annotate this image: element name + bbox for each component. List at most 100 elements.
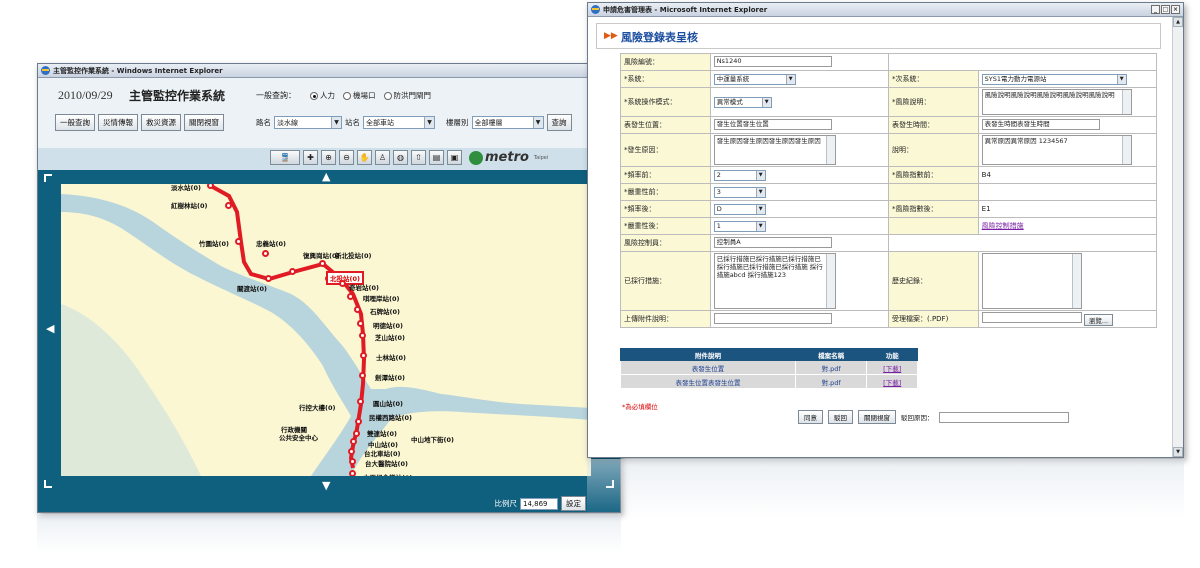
station-label[interactable]: 關渡站(0) [237,283,267,293]
station-select[interactable]: 全部車站 ▼ [363,116,435,129]
station-marker[interactable] [360,352,367,359]
station-label[interactable]: 淡水站(0) [171,184,201,192]
station-label[interactable]: 圓山站(0) [373,398,403,408]
station-marker[interactable] [235,238,242,245]
radio-airport[interactable]: 機場口 [343,90,376,101]
hand-icon[interactable]: ✋ [357,150,372,165]
reject-button[interactable]: 駁回 [828,410,853,424]
station-marker[interactable] [349,470,356,476]
upload-file-input[interactable] [981,312,1082,323]
risk-description-textarea[interactable]: 風險說明風險說明風險說明風險說明風險說明 [981,89,1132,115]
explanation-textarea[interactable]: 異常原因異常原因 1234567 [981,135,1132,165]
cause-textarea[interactable]: 發生原因發生原因發生原因發生原因 [713,135,836,165]
operation-mode-select[interactable]: 異常模式 ▼ [713,96,772,108]
station-marker[interactable] [339,280,346,287]
globe-icon[interactable]: ◍ [393,150,408,165]
minimize-button[interactable]: _ [1151,5,1160,14]
close-window-button[interactable]: 關閉視窗 [858,410,896,424]
station-marker[interactable] [289,268,296,275]
station-marker[interactable] [359,332,366,339]
radio-manpower[interactable]: 人力 [310,90,335,101]
station-label[interactable]: 明德站(0) [373,320,403,330]
scale-input[interactable]: 14,869 [520,497,558,510]
pan-icon[interactable]: ✚ [303,150,318,165]
scroll-down-icon[interactable]: ▼ [1173,447,1183,457]
station-label[interactable]: 新北投站(0) [335,250,371,260]
camera-icon[interactable]: ▣ [447,150,462,165]
station-marker[interactable] [348,448,355,455]
download-link[interactable]: [下載] [883,379,901,387]
station-marker[interactable] [349,458,356,465]
close-window-button[interactable]: 關閉視窗 [184,114,224,131]
severity-after-select[interactable]: 1 ▼ [713,220,766,232]
radio-dot[interactable] [310,91,318,100]
radio-floodgate[interactable]: 防洪門閘門 [383,90,431,101]
station-marker[interactable] [354,306,361,313]
station-label[interactable]: 唭哩岸站(0) [363,293,399,303]
download-link[interactable]: [下載] [883,365,901,373]
scroll-up-icon[interactable]: ▲ [1173,17,1183,27]
close-button[interactable]: × [1171,5,1180,14]
rescue-resources-button[interactable]: 救災資源 [141,114,181,131]
pan-up-icon[interactable]: ▲ [322,170,330,183]
station-label[interactable]: 奇岩站(0) [349,282,379,292]
history-textarea[interactable] [981,253,1082,309]
station-marker[interactable] [359,372,366,379]
station-marker[interactable] [357,320,364,327]
station-label[interactable]: 民權西路站(0) [369,412,412,422]
up-arrow-icon[interactable]: ⇧ [411,150,426,165]
risk-id-input[interactable]: Ns1240 [713,55,832,67]
attachment-desc-input[interactable] [713,312,832,324]
station-marker[interactable] [225,202,232,209]
station-label[interactable]: 台大醫院站(0) [365,458,408,468]
station-marker[interactable] [350,438,357,445]
route-select[interactable]: 淡水線 ▼ [274,116,342,129]
station-label[interactable]: 石牌站(0) [370,306,400,316]
controller-input[interactable]: 控制員A [713,236,832,248]
station-marker[interactable] [357,398,364,405]
location-input[interactable]: 發生位置發生位置 [713,118,832,130]
station-label[interactable]: 芝山站(0) [375,332,405,342]
station-label[interactable]: 忠義站(0) [256,238,286,248]
radio-dot[interactable] [383,91,392,100]
station-marker[interactable] [353,430,360,437]
vertical-scrollbar[interactable]: ▲ ▼ [1172,17,1183,457]
station-marker[interactable] [355,418,362,425]
pan-down-icon[interactable]: ▼ [322,479,330,492]
pan-left-icon[interactable]: ◀ [46,322,54,335]
floor-select[interactable]: 全部樓層 ▼ [471,116,544,129]
severity-before-select[interactable]: 3 ▼ [713,186,766,198]
browse-button[interactable]: 瀏覽... [1083,314,1114,326]
layer-icon[interactable]: ▤ [429,150,444,165]
station-label[interactable]: 士林站(0) [376,352,406,362]
station-label[interactable]: 復興崗站(0) [303,250,339,260]
occurrence-time-input[interactable]: 表發生時間表發生時間 [981,118,1100,130]
approve-button[interactable]: 同意 [798,410,823,424]
station-label[interactable]: 雙連站(0) [367,428,397,438]
zoom-out-icon[interactable]: ⊖ [339,150,354,165]
station-label[interactable]: 竹圍站(0) [199,238,229,248]
measures-textarea[interactable]: 已採行措施已採行措施已採行措施已採行措施已採行措施已採行措施 採行措施abcd … [713,253,836,309]
subsystem-select[interactable]: SYS1電力動力電源站 ▼ [981,73,1127,85]
radio-dot[interactable] [343,91,351,100]
maximize-button[interactable]: □ [1161,5,1170,14]
metro-map[interactable]: 淡水站(0) 紅樹林站(0) 竹圍站(0) 關渡站(0) 忠義站(0) 復興崗站(0) 新北… [61,184,591,476]
query-button[interactable]: 查詢 [546,114,572,131]
station-label[interactable]: 劍潭站(0) [375,372,405,382]
scale-set-button[interactable]: 設定 [561,496,586,511]
station-label[interactable]: 台北車站(0) [364,448,400,458]
station-marker[interactable] [265,275,272,282]
frequency-before-select[interactable]: 2 ▼ [713,169,766,181]
station-label[interactable]: 紅樹林站(0) [171,200,207,210]
station-label[interactable]: 中正紀念堂站(0) [363,472,412,476]
zoom-in-icon[interactable]: ⊕ [321,150,336,165]
disaster-report-button[interactable]: 災情傳報 [98,114,138,131]
station-marker[interactable] [347,293,354,300]
station-marker[interactable] [262,250,269,257]
system-select[interactable]: 中運量系統 ▼ [713,73,796,85]
station-marker[interactable] [319,260,326,267]
frequency-after-select[interactable]: D ▼ [713,203,766,215]
station-label[interactable]: 中山地下街(0) [411,434,454,444]
train-icon[interactable]: 🚆 [270,150,300,165]
person-icon[interactable]: ♙ [375,150,390,165]
